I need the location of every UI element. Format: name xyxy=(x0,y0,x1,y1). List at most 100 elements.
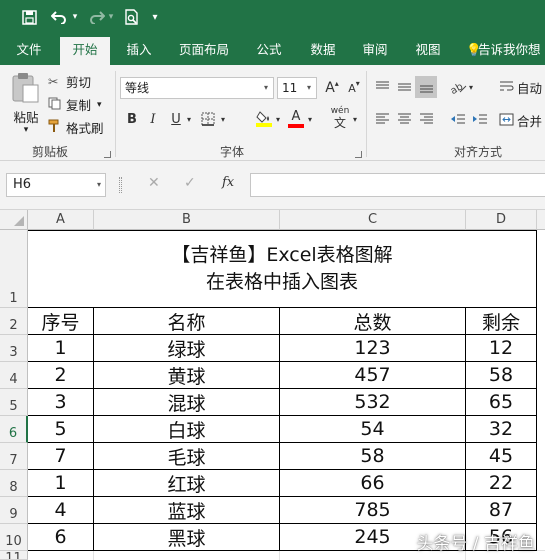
tab-file[interactable]: 文件 xyxy=(6,34,52,65)
format-painter-button[interactable]: 格式刷 xyxy=(48,118,104,137)
shrink-font-icon[interactable]: A ▾ xyxy=(344,78,364,98)
borders-icon[interactable] xyxy=(198,109,218,129)
tab-page-layout[interactable]: 页面布局 xyxy=(172,34,236,65)
data-cell[interactable]: 毛球 xyxy=(94,443,279,469)
redo-icon[interactable] xyxy=(86,5,108,29)
undo-icon[interactable] xyxy=(48,5,70,29)
column-header-a[interactable]: A xyxy=(28,210,94,230)
bold-button[interactable]: B xyxy=(122,109,142,129)
name-box-dropdown-icon[interactable]: ▾ xyxy=(97,174,101,196)
undo-dropdown-icon[interactable]: ▾ xyxy=(70,5,80,29)
orientation-dropdown-icon[interactable]: ▾ xyxy=(466,77,476,97)
align-left-icon[interactable] xyxy=(372,109,392,129)
data-cell[interactable]: 32 xyxy=(466,416,536,442)
data-cell[interactable]: 22 xyxy=(466,470,536,496)
row-header-9[interactable]: 9 xyxy=(0,497,28,524)
header-cell-remaining[interactable]: 剩余 xyxy=(466,308,536,334)
name-box[interactable]: H6 ▾ xyxy=(6,173,106,197)
header-cell-name[interactable]: 名称 xyxy=(94,308,279,334)
row-header-3[interactable]: 3 xyxy=(0,335,28,362)
align-right-icon[interactable] xyxy=(416,109,436,129)
data-cell[interactable]: 1 xyxy=(28,335,93,361)
row-header-8[interactable]: 8 xyxy=(0,470,28,497)
header-cell-index[interactable]: 序号 xyxy=(28,308,93,334)
data-cell[interactable]: 蓝球 xyxy=(94,497,279,523)
row-header-4[interactable]: 4 xyxy=(0,362,28,389)
increase-indent-icon[interactable] xyxy=(470,109,490,129)
data-cell[interactable]: 58 xyxy=(280,443,465,469)
formula-input[interactable] xyxy=(250,173,545,197)
data-cell[interactable]: 红球 xyxy=(94,470,279,496)
tab-data[interactable]: 数据 xyxy=(302,34,344,65)
row-header-10[interactable]: 10 xyxy=(0,524,28,551)
data-cell[interactable]: 45 xyxy=(466,443,536,469)
data-cell[interactable]: 87 xyxy=(466,497,536,523)
clipboard-launcher-icon[interactable] xyxy=(104,151,111,158)
enter-icon[interactable]: ✓ xyxy=(184,175,200,191)
row-header-7[interactable]: 7 xyxy=(0,443,28,470)
copy-dropdown-icon[interactable]: ▾ xyxy=(97,100,102,110)
grow-font-icon[interactable]: A ▴ xyxy=(322,78,342,98)
cancel-icon[interactable]: ✕ xyxy=(148,175,164,191)
cut-button[interactable]: ✂ 剪切 xyxy=(48,72,91,91)
tab-insert[interactable]: 插入 xyxy=(116,34,162,65)
wrap-text-button[interactable]: 自动 xyxy=(499,78,542,97)
data-cell[interactable]: 66 xyxy=(280,470,465,496)
font-size-combo[interactable]: 11 ▾ xyxy=(277,77,317,99)
underline-button[interactable]: U xyxy=(166,109,186,129)
data-cell[interactable]: 785 xyxy=(280,497,465,523)
column-header-d[interactable]: D xyxy=(466,210,537,230)
data-cell[interactable]: 12 xyxy=(466,335,536,361)
data-cell[interactable]: 65 xyxy=(466,389,536,415)
select-all-corner[interactable] xyxy=(0,210,28,230)
copy-button[interactable]: 复制 ▾ xyxy=(48,95,102,114)
borders-dropdown-icon[interactable]: ▾ xyxy=(218,109,228,129)
table-title[interactable]: 【吉祥鱼】Excel表格图解 在表格中插入图表 xyxy=(28,231,536,307)
fill-color-dropdown-icon[interactable]: ▾ xyxy=(273,109,283,129)
row-header-2[interactable]: 2 xyxy=(0,308,28,335)
paste-dropdown-icon[interactable]: ▾ xyxy=(20,125,32,135)
font-color-icon[interactable]: A xyxy=(286,107,306,129)
row-header-1[interactable]: 1 xyxy=(0,230,28,308)
tab-home[interactable]: 开始 xyxy=(60,37,110,65)
tell-me-box[interactable]: 💡告诉我你想 xyxy=(466,34,545,65)
data-cell[interactable]: 5 xyxy=(28,416,93,442)
data-cell[interactable]: 黑球 xyxy=(94,524,279,550)
data-cell[interactable]: 6 xyxy=(28,524,93,550)
data-cell[interactable]: 1 xyxy=(28,470,93,496)
column-header-e[interactable] xyxy=(537,210,545,230)
row-header-11[interactable]: 11 xyxy=(0,551,28,560)
paste-icon[interactable] xyxy=(9,71,41,103)
print-preview-icon[interactable] xyxy=(120,5,142,29)
insert-function-icon[interactable]: fx xyxy=(222,175,242,190)
column-header-c[interactable]: C xyxy=(280,210,466,230)
save-icon[interactable] xyxy=(18,5,40,29)
data-cell[interactable]: 绿球 xyxy=(94,335,279,361)
align-center-icon[interactable] xyxy=(394,109,414,129)
data-cell[interactable]: 4 xyxy=(28,497,93,523)
merge-center-button[interactable]: 合并 xyxy=(499,111,542,130)
tab-review[interactable]: 审阅 xyxy=(354,34,396,65)
paste-button[interactable]: 粘贴 xyxy=(11,107,41,126)
decrease-indent-icon[interactable] xyxy=(448,109,468,129)
data-cell[interactable]: 2 xyxy=(28,362,93,388)
font-name-dropdown-icon[interactable]: ▾ xyxy=(259,78,273,98)
font-size-dropdown-icon[interactable]: ▾ xyxy=(302,78,316,98)
redo-dropdown-icon[interactable]: ▾ xyxy=(106,5,116,29)
align-top-icon[interactable] xyxy=(372,77,392,97)
font-color-dropdown-icon[interactable]: ▾ xyxy=(305,109,315,129)
customize-qat-icon[interactable]: ▾ xyxy=(148,5,162,29)
tab-formulas[interactable]: 公式 xyxy=(248,34,290,65)
data-cell[interactable]: 混球 xyxy=(94,389,279,415)
font-launcher-icon[interactable] xyxy=(355,151,362,158)
formula-bar-splitter[interactable] xyxy=(119,177,122,193)
data-cell[interactable]: 123 xyxy=(280,335,465,361)
data-cell[interactable]: 457 xyxy=(280,362,465,388)
data-cell[interactable]: 58 xyxy=(466,362,536,388)
italic-button[interactable]: I xyxy=(143,109,163,129)
data-cell[interactable]: 532 xyxy=(280,389,465,415)
align-middle-icon[interactable] xyxy=(394,77,414,97)
row-header-6[interactable]: 6 xyxy=(0,416,28,443)
pinyin-icon[interactable]: wén 文 xyxy=(330,105,350,131)
data-cell[interactable]: 黄球 xyxy=(94,362,279,388)
